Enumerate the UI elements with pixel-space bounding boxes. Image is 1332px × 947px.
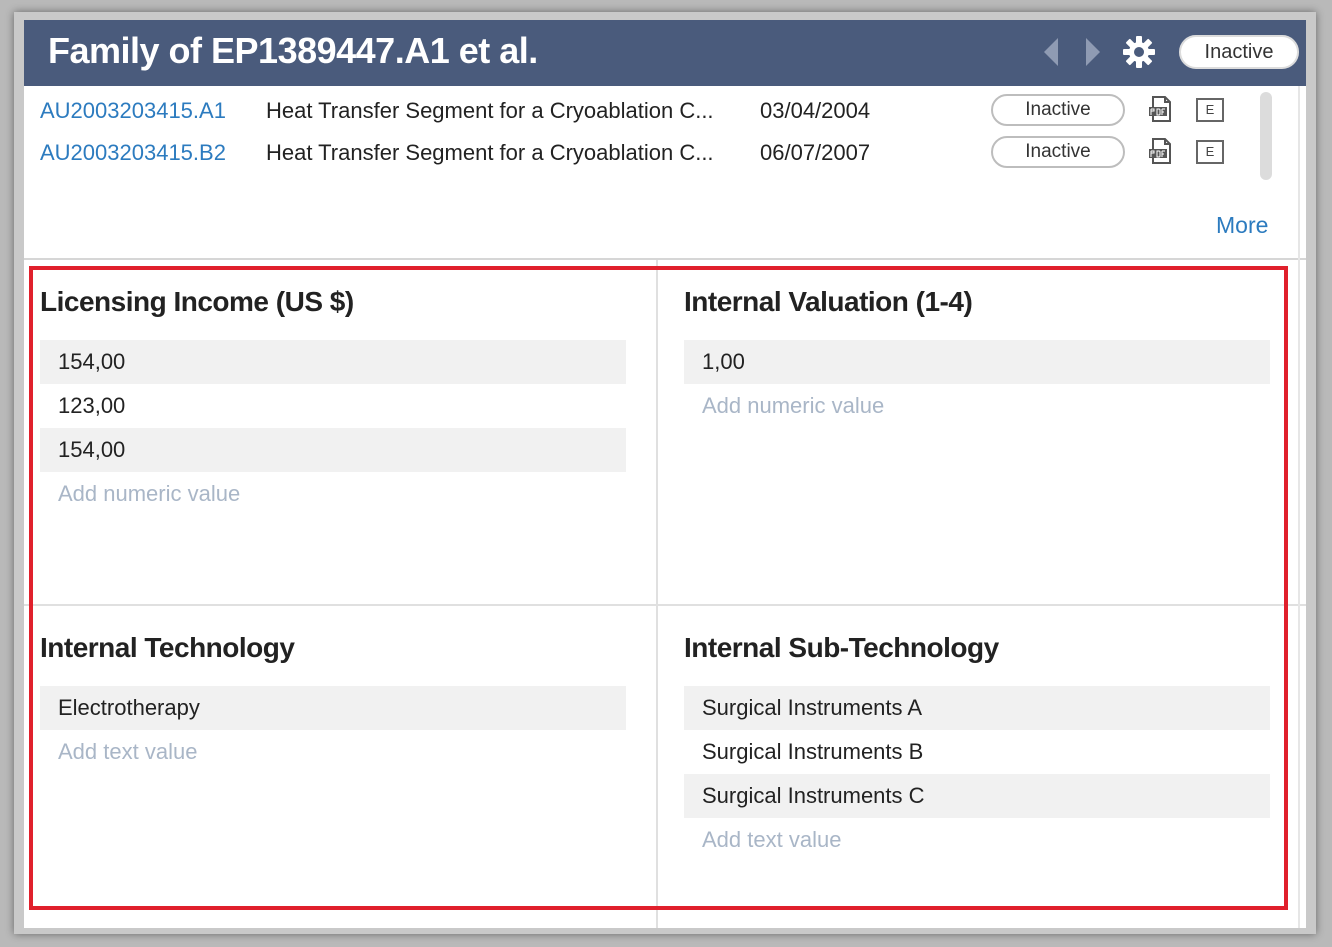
field-value[interactable]: Surgical Instruments C [684,774,1270,818]
field-value[interactable]: Surgical Instruments A [684,686,1270,730]
internal-sub-technology-panel: Internal Sub-Technology Surgical Instrum… [684,626,1270,862]
field-value[interactable]: 123,00 [40,384,626,428]
more-link[interactable]: More [1216,212,1268,239]
add-text-value-input[interactable]: Add text value [40,730,626,774]
e-document-button[interactable]: E [1196,140,1224,164]
family-status-badge[interactable]: Inactive [1176,32,1302,72]
pdf-icon[interactable] [1146,136,1176,166]
page-title: Family of EP1389447.A1 et al. [48,30,538,71]
publication-title: Heat Transfer Segment for a Cryoablation… [266,98,714,123]
header-bar: Family of EP1389447.A1 et al. Inactive [24,20,1306,86]
e-document-button[interactable]: E [1196,98,1224,122]
add-numeric-value-input[interactable]: Add numeric value [684,384,1270,428]
gear-icon[interactable] [1121,34,1157,70]
chevron-left-icon[interactable] [1042,36,1060,68]
status-badge[interactable]: Inactive [991,94,1125,126]
licensing-income-panel: Licensing Income (US $) 154,00 123,00 15… [40,280,626,516]
field-value[interactable]: 154,00 [40,428,626,472]
field-title: Internal Sub-Technology [684,632,999,663]
publication-number-link[interactable]: AU2003203415.A1 [40,98,226,124]
divider [1298,86,1300,928]
divider [24,604,1306,606]
field-title: Internal Valuation (1-4) [684,286,973,317]
publication-date: 03/04/2004 [760,98,871,123]
divider [24,258,1306,260]
publication-date: 06/07/2007 [760,140,871,165]
family-member-row: AU2003203415.B2 Heat Transfer Segment fo… [24,134,1264,174]
field-title: Licensing Income (US $) [40,286,354,317]
add-text-value-input[interactable]: Add text value [684,818,1270,862]
family-member-row: AU2003203415.A1 Heat Transfer Segment fo… [24,92,1264,132]
add-numeric-value-input[interactable]: Add numeric value [40,472,626,516]
field-value[interactable]: Electrotherapy [40,686,626,730]
field-value[interactable]: 154,00 [40,340,626,384]
status-badge[interactable]: Inactive [991,136,1125,168]
screenshot-frame: Family of EP1389447.A1 et al. Inactive A… [14,12,1316,934]
family-member-list: AU2003203415.A1 Heat Transfer Segment fo… [24,86,1306,258]
internal-technology-panel: Internal Technology Electrotherapy Add t… [40,626,626,774]
field-value[interactable]: Surgical Instruments B [684,730,1270,774]
publication-number-link[interactable]: AU2003203415.B2 [40,140,226,166]
pdf-icon[interactable] [1146,94,1176,124]
family-window: Family of EP1389447.A1 et al. Inactive A… [24,20,1306,928]
field-title: Internal Technology [40,632,295,663]
field-value[interactable]: 1,00 [684,340,1270,384]
publication-title: Heat Transfer Segment for a Cryoablation… [266,140,714,165]
list-scrollbar[interactable] [1260,92,1272,180]
divider [656,260,658,928]
internal-valuation-panel: Internal Valuation (1-4) 1,00 Add numeri… [684,280,1270,428]
chevron-right-icon[interactable] [1084,36,1102,68]
